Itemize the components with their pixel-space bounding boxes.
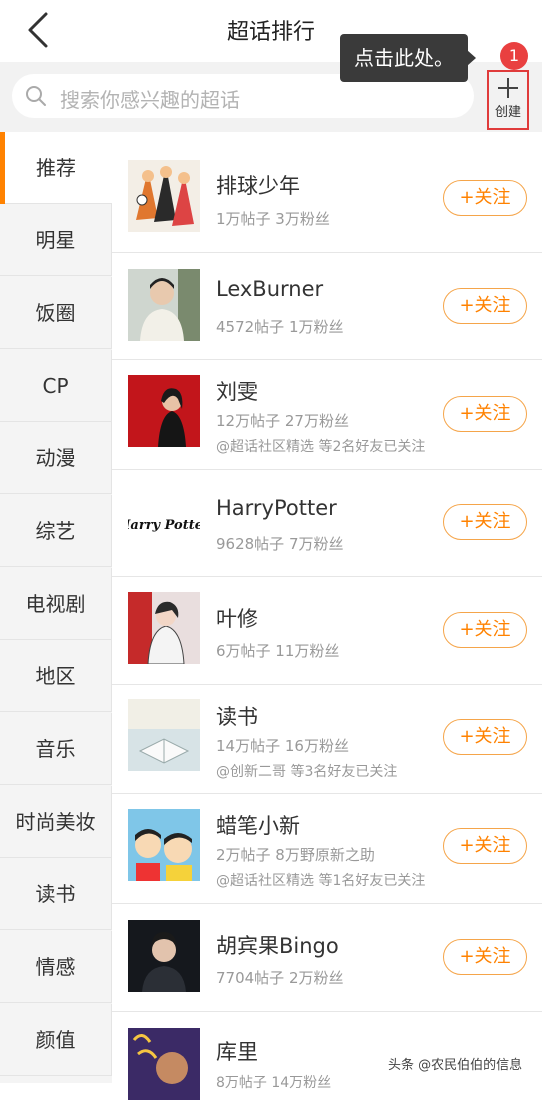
topic-thumbnail: Harry Potter [128, 487, 200, 559]
category-tab-fashion[interactable]: 时尚美妆 [0, 786, 112, 858]
follow-button[interactable]: +关注 [443, 612, 527, 648]
topic-stats: 4572帖子 1万粉丝 [216, 318, 344, 336]
category-tab-looks[interactable]: 颜值 [0, 1004, 112, 1076]
follow-button[interactable]: +关注 [443, 396, 527, 432]
topic-name: 读书 [216, 705, 258, 729]
topic-thumbnail [128, 920, 200, 992]
search-icon [26, 86, 46, 106]
topic-name: LexBurner [216, 277, 324, 301]
topic-name: 库里 [216, 1040, 258, 1064]
topic-stats: 7704帖子 2万粉丝 [216, 969, 344, 987]
list-item[interactable]: Harry Potter HarryPotter 9628帖子 7万粉丝 +关注 [112, 470, 542, 577]
topic-friends: @创新二哥 等3名好友已关注 [216, 764, 398, 780]
create-label: 创建 [494, 105, 521, 120]
category-tab-region[interactable]: 地区 [0, 640, 112, 712]
category-tab-emotion[interactable]: 情感 [0, 931, 112, 1003]
topic-thumbnail [128, 592, 200, 664]
topic-thumbnail [128, 160, 200, 232]
follow-button[interactable]: +关注 [443, 719, 527, 755]
category-tab-tv[interactable]: 电视剧 [0, 568, 112, 640]
topic-friends: @超话社区精选 等2名好友已关注 [216, 439, 426, 455]
topic-thumbnail [128, 699, 200, 771]
list-item[interactable]: 叶修 6万帖子 11万粉丝 +关注 [112, 577, 542, 685]
plus-icon [498, 78, 518, 98]
follow-button[interactable]: +关注 [443, 180, 527, 216]
topic-name: 蜡笔小新 [216, 814, 300, 838]
topic-thumbnail [128, 1028, 200, 1100]
list-item[interactable]: 蜡笔小新 2万帖子 8万野原新之助 @超话社区精选 等1名好友已关注 +关注 [112, 794, 542, 904]
topic-stats: 2万帖子 8万野原新之助 [216, 846, 375, 864]
topic-name: 排球少年 [216, 174, 300, 198]
follow-button[interactable]: +关注 [443, 504, 527, 540]
category-tab-reading[interactable]: 读书 [0, 858, 112, 930]
category-tab-recommend[interactable]: 推荐 [0, 132, 112, 204]
harry-potter-logo: Harry Potter [128, 518, 200, 533]
category-tab-cp[interactable]: CP [0, 350, 112, 422]
list-item[interactable]: 胡宾果Bingo 7704帖子 2万粉丝 +关注 [112, 904, 542, 1012]
topic-stats: 6万帖子 11万粉丝 [216, 642, 340, 660]
create-button[interactable]: 创建 [487, 70, 529, 130]
list-item[interactable]: 排球少年 1万帖子 3万粉丝 +关注 [112, 132, 542, 253]
topic-stats: 12万帖子 27万粉丝 [216, 412, 349, 430]
topic-friends: @超话社区精选 等1名好友已关注 [216, 873, 426, 889]
topic-stats: 8万帖子 14万粉丝 [216, 1075, 332, 1091]
topic-name: HarryPotter [216, 496, 337, 520]
topic-stats: 1万帖子 3万粉丝 [216, 210, 330, 228]
topic-stats: 14万帖子 16万粉丝 [216, 737, 349, 755]
list-item[interactable]: LexBurner 4572帖子 1万粉丝 +关注 [112, 253, 542, 360]
step-badge: 1 [500, 42, 528, 70]
category-tab-fandom[interactable]: 饭圈 [0, 277, 112, 349]
topic-thumbnail [128, 375, 200, 447]
topic-list: 排球少年 1万帖子 3万粉丝 +关注 LexBurner 4572帖子 1万粉丝… [112, 132, 542, 1100]
topic-name: 胡宾果Bingo [216, 934, 339, 958]
topic-stats: 9628帖子 7万粉丝 [216, 535, 344, 553]
follow-button[interactable]: +关注 [443, 828, 527, 864]
category-sidebar: 推荐 明星 饭圈 CP 动漫 综艺 电视剧 地区 音乐 时尚美妆 读书 情感 颜… [0, 132, 112, 1083]
tooltip: 点击此处。 [340, 34, 476, 82]
follow-button[interactable]: +关注 [443, 288, 527, 324]
topic-name: 刘雯 [216, 380, 258, 404]
category-tab-anime[interactable]: 动漫 [0, 422, 112, 494]
watermark: 头条 @农民伯伯的信息 [388, 1058, 523, 1073]
category-tab-stars[interactable]: 明星 [0, 204, 112, 276]
category-tab-variety[interactable]: 综艺 [0, 495, 112, 567]
category-tab-music[interactable]: 音乐 [0, 713, 112, 785]
follow-button[interactable]: +关注 [443, 939, 527, 975]
topic-thumbnail [128, 809, 200, 881]
list-item[interactable]: 读书 14万帖子 16万粉丝 @创新二哥 等3名好友已关注 +关注 [112, 685, 542, 794]
list-item[interactable]: 刘雯 12万帖子 27万粉丝 @超话社区精选 等2名好友已关注 +关注 [112, 360, 542, 470]
topic-thumbnail [128, 269, 200, 341]
topic-name: 叶修 [216, 607, 258, 631]
search-placeholder: 搜索你感兴趣的超话 [60, 88, 240, 112]
